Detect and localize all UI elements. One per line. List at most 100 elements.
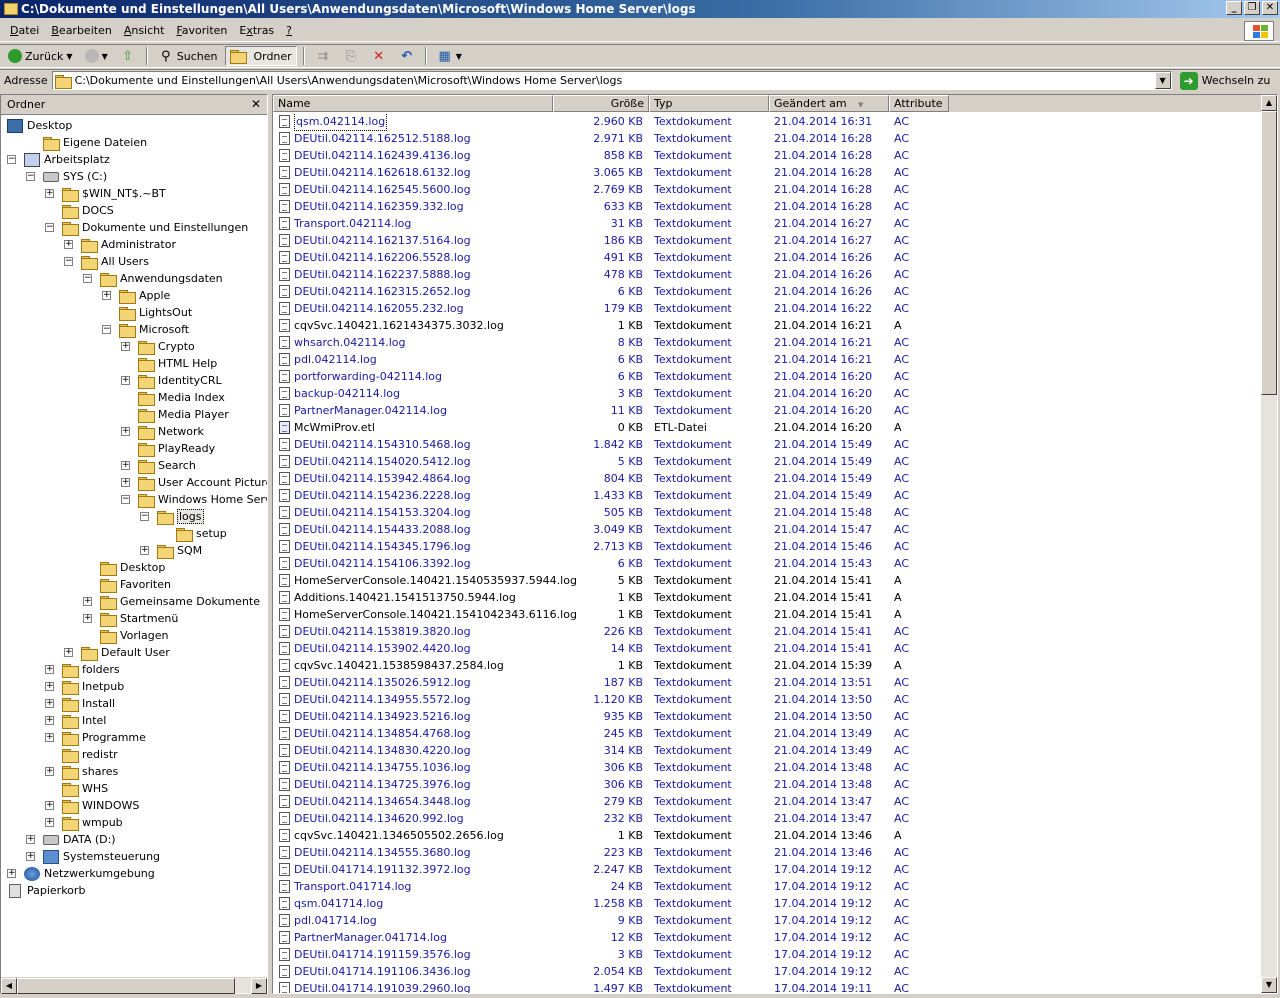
tree-item[interactable]: − SYS (C:): [26, 168, 107, 185]
expand-icon[interactable]: +: [121, 461, 130, 470]
tree-item[interactable]: Eigene Dateien: [26, 134, 147, 151]
menu-item[interactable]: Datei: [4, 24, 45, 37]
address-dropdown-button[interactable]: ▼: [1154, 72, 1171, 89]
expand-icon[interactable]: +: [45, 682, 54, 691]
expand-icon[interactable]: +: [83, 614, 92, 623]
expand-icon[interactable]: +: [121, 478, 130, 487]
tree-item[interactable]: + wmpub: [45, 814, 123, 831]
collapse-icon[interactable]: −: [102, 325, 111, 334]
tree-item[interactable]: − Microsoft: [102, 321, 189, 338]
file-row[interactable]: DEUtil.042114.162237.5888.log 478 KB Textd…: [273, 266, 1261, 283]
file-row[interactable]: DEUtil.042114.153819.3820.log 226 KB Textd…: [273, 623, 1261, 640]
folders-button[interactable]: Ordner: [225, 46, 297, 66]
column-header-attributes[interactable]: Attribute: [889, 95, 949, 112]
tree-item[interactable]: + Network: [121, 423, 204, 440]
collapse-icon[interactable]: −: [83, 274, 92, 283]
expand-icon[interactable]: +: [121, 376, 130, 385]
tree-item[interactable]: − Arbeitsplatz: [7, 151, 110, 168]
file-row[interactable]: DEUtil.042114.154153.3204.log 505 KB Textd…: [273, 504, 1261, 521]
expand-icon[interactable]: +: [45, 818, 54, 827]
tree-item[interactable]: − logs: [140, 508, 204, 525]
go-button[interactable]: ➜ Wechseln zu: [1179, 71, 1270, 90]
tree-item[interactable]: Media Player: [121, 406, 229, 423]
scroll-up-button[interactable]: ▲: [1261, 95, 1277, 111]
tree-item[interactable]: redistr: [45, 746, 118, 763]
file-row[interactable]: pdl.042114.log 6 KB Textdokument 21.04.2014…: [273, 351, 1261, 368]
tree-item[interactable]: + User Account Pictures: [121, 474, 267, 491]
tree-item[interactable]: + Programme: [45, 729, 146, 746]
tree-item[interactable]: − Dokumente und Einstellungen: [45, 219, 248, 236]
tree-item[interactable]: Media Index: [121, 389, 225, 406]
column-header-modified[interactable]: Geändert am ▼: [769, 95, 889, 112]
vertical-scrollbar[interactable]: ▲ ▼: [1261, 95, 1277, 993]
tree-item[interactable]: + $WIN_NT$.~BT: [45, 185, 166, 202]
file-row[interactable]: McWmiProv.etl 0 KB ETL-Datei 21.04.2014 16:…: [273, 419, 1261, 436]
tree-item[interactable]: PlayReady: [121, 440, 215, 457]
expand-icon[interactable]: +: [121, 342, 130, 351]
tree-item[interactable]: + Search: [121, 457, 196, 474]
file-row[interactable]: DEUtil.042114.162055.232.log 179 KB Textdo…: [273, 300, 1261, 317]
tree-item[interactable]: + IdentityCRL: [121, 372, 222, 389]
file-row[interactable]: cqvSvc.140421.1538598437.2584.log 1 KB Tex…: [273, 657, 1261, 674]
address-input[interactable]: C:\Dokumente und Einstellungen\All Users…: [51, 71, 1172, 90]
file-row[interactable]: Transport.042114.log 31 KB Textdokument 21.…: [273, 215, 1261, 232]
file-row[interactable]: DEUtil.041714.191159.3576.log 3 KB Textdok…: [273, 946, 1261, 963]
menu-item[interactable]: ?: [280, 24, 298, 37]
file-row[interactable]: DEUtil.041714.191106.3436.log 2.054 KB Tex…: [273, 963, 1261, 980]
tree-item[interactable]: LightsOut: [102, 304, 192, 321]
tree-item[interactable]: + Gemeinsame Dokumente: [83, 593, 260, 610]
scroll-right-button[interactable]: ▶: [251, 978, 267, 994]
tree-item[interactable]: Vorlagen: [83, 627, 168, 644]
tree-item[interactable]: + shares: [45, 763, 118, 780]
expand-icon[interactable]: +: [140, 546, 149, 555]
expand-icon[interactable]: +: [26, 835, 35, 844]
file-row[interactable]: DEUtil.042114.162137.5164.log 186 KB Textd…: [273, 232, 1261, 249]
menu-item[interactable]: Bearbeiten: [45, 24, 117, 37]
file-row[interactable]: DEUtil.042114.134830.4220.log 314 KB Textd…: [273, 742, 1261, 759]
scroll-left-button[interactable]: ◀: [1, 978, 17, 994]
file-row[interactable]: portforwarding-042114.log 6 KB Textdokumen…: [273, 368, 1261, 385]
collapse-icon[interactable]: −: [121, 495, 130, 504]
tree-item[interactable]: + Apple: [102, 287, 170, 304]
tree-item[interactable]: Papierkorb: [7, 882, 85, 899]
file-row[interactable]: DEUtil.042114.135026.5912.log 187 KB Textd…: [273, 674, 1261, 691]
horizontal-scrollbar[interactable]: ◀ ▶: [1, 977, 267, 994]
file-row[interactable]: whsarch.042114.log 8 KB Textdokument 21.04.…: [273, 334, 1261, 351]
up-button[interactable]: ⇧: [116, 46, 140, 66]
tree-item[interactable]: + Systemsteuerung: [26, 848, 160, 865]
search-button[interactable]: ⚲ Suchen: [154, 46, 222, 66]
expand-icon[interactable]: +: [45, 189, 54, 198]
tree-item[interactable]: + DATA (D:): [26, 831, 116, 848]
collapse-icon[interactable]: −: [64, 257, 73, 266]
file-row[interactable]: DEUtil.042114.162545.5600.log 2.769 KB Tex…: [273, 181, 1261, 198]
file-row[interactable]: PartnerManager.041714.log 12 KB Textdokume…: [273, 929, 1261, 946]
file-row[interactable]: DEUtil.042114.162439.4136.log 858 KB Textd…: [273, 147, 1261, 164]
file-row[interactable]: DEUtil.042114.153942.4864.log 804 KB Textd…: [273, 470, 1261, 487]
minimize-button[interactable]: _: [1226, 1, 1242, 15]
file-row[interactable]: DEUtil.042114.154020.5412.log 5 KB Textdok…: [273, 453, 1261, 470]
file-row[interactable]: DEUtil.042114.153902.4420.log 14 KB Textdo…: [273, 640, 1261, 657]
move-to-button[interactable]: ⇉: [311, 46, 335, 66]
tree-item[interactable]: + Intel: [45, 712, 106, 729]
tree-item[interactable]: + Crypto: [121, 338, 195, 355]
column-header-size[interactable]: Größe: [553, 95, 649, 112]
tree-item[interactable]: WHS: [45, 780, 108, 797]
file-row[interactable]: DEUtil.042114.154433.2088.log 3.049 KB Tex…: [273, 521, 1261, 538]
delete-button[interactable]: ✕: [367, 46, 391, 66]
column-header-type[interactable]: Typ: [649, 95, 769, 112]
tree-item[interactable]: + folders: [45, 661, 120, 678]
file-row[interactable]: DEUtil.041714.191039.2960.log 1.497 KB Tex…: [273, 980, 1261, 993]
undo-button[interactable]: ↶: [395, 46, 419, 66]
collapse-icon[interactable]: −: [140, 512, 149, 521]
menu-item[interactable]: Favoriten: [170, 24, 233, 37]
file-row[interactable]: PartnerManager.042114.log 11 KB Textdokume…: [273, 402, 1261, 419]
tree-item[interactable]: Desktop: [7, 117, 72, 134]
file-row[interactable]: DEUtil.042114.154310.5468.log 1.842 KB Tex…: [273, 436, 1261, 453]
column-header-name[interactable]: Name: [273, 95, 553, 112]
expand-icon[interactable]: +: [45, 801, 54, 810]
file-row[interactable]: qsm.041714.log 1.258 KB Textdokument 17.04.…: [273, 895, 1261, 912]
file-row[interactable]: DEUtil.042114.134620.992.log 232 KB Textdo…: [273, 810, 1261, 827]
tree-item[interactable]: DOCS: [45, 202, 114, 219]
file-row[interactable]: HomeServerConsole.140421.1540535937.5944…: [273, 572, 1261, 589]
expand-icon[interactable]: +: [45, 733, 54, 742]
